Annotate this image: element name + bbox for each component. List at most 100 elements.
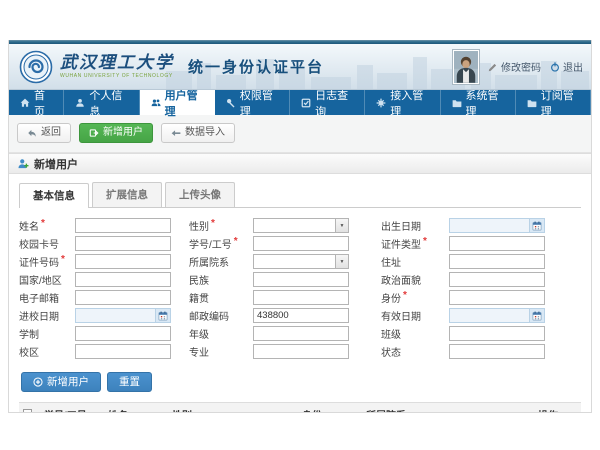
nav-item-2[interactable]: 用户管理 <box>140 90 215 115</box>
field-input[interactable] <box>449 272 545 287</box>
table-column-4: 所属院系 <box>361 403 533 414</box>
calendar-icon[interactable] <box>529 219 544 232</box>
field-input[interactable]: ▼ <box>253 254 349 269</box>
plus-circle-icon <box>33 377 43 387</box>
user-icon <box>75 98 85 108</box>
table-column-2: 性别 <box>167 403 297 414</box>
field-input[interactable] <box>75 236 171 251</box>
dropdown-arrow-icon[interactable]: ▼ <box>335 255 348 268</box>
field-label: 年级* <box>189 326 253 341</box>
nav-item-1[interactable]: 个人信息 <box>64 90 139 115</box>
import-arrow-icon <box>171 128 181 138</box>
tab-1[interactable]: 扩展信息 <box>92 182 162 207</box>
logout-link[interactable]: 退出 <box>550 59 583 74</box>
field-input[interactable] <box>75 218 171 233</box>
submit-add-user-button[interactable]: 新增用户 <box>21 372 101 392</box>
nav-item-5[interactable]: 接入管理 <box>365 90 440 115</box>
field-label: 所属院系* <box>189 254 253 269</box>
field-input[interactable] <box>75 254 171 269</box>
table-column-3: 身份 <box>297 403 361 414</box>
form-field-19: 年级* <box>189 326 381 341</box>
log-search-icon <box>301 98 311 108</box>
nav-item-4[interactable]: 日志查询 <box>290 90 365 115</box>
field-input[interactable] <box>449 344 545 359</box>
field-label: 籍贯* <box>189 290 253 305</box>
platform-title: 统一身份认证平台 <box>188 56 324 77</box>
form-field-16: 邮政编码* 438800 <box>189 308 381 323</box>
form-field-10: 民族* <box>189 272 381 287</box>
select-all-checkbox[interactable] <box>23 409 32 414</box>
university-logo <box>19 50 53 84</box>
field-input[interactable] <box>75 308 171 323</box>
field-input[interactable] <box>449 218 545 233</box>
app-window: 武汉理工大学 WUHAN UNIVERSITY OF TECHNOLOGY 统一… <box>8 40 592 413</box>
form-field-7: 所属院系* ▼ <box>189 254 381 269</box>
field-input[interactable] <box>75 344 171 359</box>
field-input[interactable]: 438800 <box>253 308 349 323</box>
main-nav: 首页个人信息用户管理权限管理日志查询接入管理系统管理订阅管理 <box>9 90 591 115</box>
field-label: 电子邮箱* <box>19 290 75 305</box>
table-header-row: 学号/工号姓名性别身份所属院系操作 <box>19 403 581 414</box>
field-input[interactable] <box>449 236 545 251</box>
nav-item-0[interactable]: 首页 <box>9 90 64 115</box>
field-input[interactable] <box>449 308 545 323</box>
export-box-icon <box>89 128 99 138</box>
form-field-17: 有效日期* <box>381 308 567 323</box>
nav-item-7[interactable]: 订阅管理 <box>516 90 591 115</box>
tab-0[interactable]: 基本信息 <box>19 183 89 208</box>
field-input[interactable] <box>75 326 171 341</box>
form-field-6: 证件号码* <box>19 254 189 269</box>
tab-2[interactable]: 上传头像 <box>165 182 235 207</box>
field-input[interactable] <box>75 272 171 287</box>
logout-label: 退出 <box>563 59 583 74</box>
field-input[interactable] <box>253 236 349 251</box>
form-field-4: 学号/工号* <box>189 236 381 251</box>
form-field-21: 校区* <box>19 344 189 359</box>
field-input[interactable] <box>253 272 349 287</box>
change-password-link[interactable]: 修改密码 <box>488 59 541 74</box>
form-field-22: 专业* <box>189 344 381 359</box>
dropdown-arrow-icon[interactable]: ▼ <box>335 219 348 232</box>
field-input[interactable] <box>253 326 349 341</box>
field-label: 校区* <box>19 344 75 359</box>
nav-item-3[interactable]: 权限管理 <box>215 90 290 115</box>
form-field-3: 校园卡号* <box>19 236 189 251</box>
form-field-0: 姓名* <box>19 218 189 233</box>
field-label: 证件类型* <box>381 236 449 251</box>
reset-button[interactable]: 重置 <box>107 372 152 392</box>
field-label: 身份* <box>381 290 449 305</box>
avatar <box>453 50 479 84</box>
field-input[interactable] <box>253 290 349 305</box>
brand-text: 武汉理工大学 WUHAN UNIVERSITY OF TECHNOLOGY <box>60 55 174 79</box>
form-field-18: 学制* <box>19 326 189 341</box>
calendar-icon[interactable] <box>529 309 544 322</box>
field-label: 专业* <box>189 344 253 359</box>
power-icon <box>550 62 560 72</box>
form-field-14: 身份* <box>381 290 567 305</box>
nav-item-6[interactable]: 系统管理 <box>441 90 516 115</box>
data-import-button[interactable]: 数据导入 <box>161 123 235 143</box>
field-input[interactable]: ▼ <box>253 218 349 233</box>
back-button[interactable]: 返回 <box>17 123 71 143</box>
field-label: 民族* <box>189 272 253 287</box>
field-input[interactable] <box>253 344 349 359</box>
form-field-2: 出生日期* <box>381 218 567 233</box>
form-field-1: 性别* ▼ <box>189 218 381 233</box>
users-icon <box>151 98 161 108</box>
field-input[interactable] <box>449 326 545 341</box>
field-input[interactable] <box>75 290 171 305</box>
data-import-label: 数据导入 <box>185 127 225 139</box>
user-table: 学号/工号姓名性别身份所属院系操作 <box>19 402 581 413</box>
form-field-12: 电子邮箱* <box>19 290 189 305</box>
field-input[interactable] <box>449 254 545 269</box>
back-button-label: 返回 <box>41 127 61 139</box>
calendar-icon[interactable] <box>155 309 170 322</box>
university-name: 武汉理工大学 <box>60 55 174 72</box>
header: 武汉理工大学 WUHAN UNIVERSITY OF TECHNOLOGY 统一… <box>9 44 591 90</box>
add-user-toolbar-button[interactable]: 新增用户 <box>79 123 153 143</box>
subscribe-folder-icon <box>527 98 537 108</box>
table-column-1: 姓名 <box>103 403 167 414</box>
form-field-13: 籍贯* <box>189 290 381 305</box>
field-input[interactable] <box>449 290 545 305</box>
back-arrow-icon <box>27 128 37 138</box>
